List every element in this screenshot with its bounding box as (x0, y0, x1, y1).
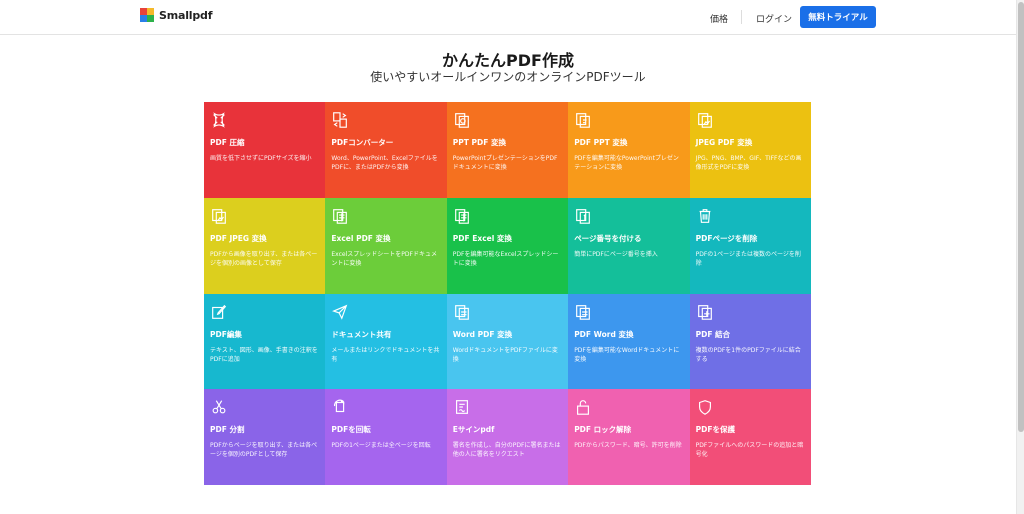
merge-icon (697, 304, 712, 320)
scissors-icon (212, 400, 226, 414)
converter-icon (333, 112, 348, 128)
tool-description: メールまたはリンクでドキュメントを共有 (331, 346, 440, 363)
tool-tile[interactable]: PDF ロック解除 PDFからパスワード、暗号、許可を削除 (568, 389, 690, 485)
edit-icon (212, 304, 227, 319)
tool-description: 画質を低下させずにPDFサイズを縮小 (210, 155, 312, 162)
logo[interactable]: Smallpdf (140, 8, 212, 22)
tool-tile[interactable]: PDF 分割 PDFからページを取り出す、または各ページを個別のPDFとして保存 (204, 389, 326, 485)
tool-description: JPG、PNG、BMP、GIF、TIFFなどの画像形式をPDFに変換 (695, 155, 802, 171)
tool-tile[interactable]: PDF 結合複数のPDFを1件のPDFファイルに結合する (689, 293, 811, 390)
rotate-icon (334, 399, 345, 413)
smallpdf-logo-icon (140, 8, 154, 22)
tool-description: PDFファイルへのパスワードの追加と暗号化 (695, 442, 804, 459)
scrollbar[interactable] (1016, 0, 1024, 514)
pdf-to-excel-icon (454, 208, 469, 224)
logo-text: Smallpdf (159, 8, 213, 22)
top-header: Smallpdf 価格 ログイン 無料トライアル (0, 0, 1016, 35)
tool-description: PDFからページを取り出す、または各ページを個別のPDFとして保存 (210, 442, 318, 459)
tool-tile[interactable]: PDF PPT 変換 PDFを編集可能なPowerPointプレゼンテーションに変… (568, 102, 690, 198)
tool-tile[interactable]: Excel PDF 変換 ExcelスプレッドシートをPDFドキュメントに変換 (325, 197, 447, 294)
tool-description: PDFから画像を取り出す、または各ページを個別の画像として保存 (210, 250, 318, 267)
tool-description: PDFからパスワード、暗号、許可を削除 (574, 442, 682, 450)
tool-title: Excel PDF 変換 (331, 233, 391, 243)
tool-description: WordドキュメントをPDFファイルに変換 (452, 346, 558, 363)
tool-description: Word、PowerPoint、Excelファイルを PDFに、またはPDFから… (331, 155, 438, 171)
pdf-to-ppt-icon (576, 113, 591, 128)
tool-description: ExcelスプレッドシートをPDFドキュメントに変換 (331, 250, 437, 267)
word-to-pdf-icon (454, 304, 469, 320)
tool-title: PDF編集 (210, 329, 242, 339)
tool-title: PDF ロック解除 (574, 425, 632, 435)
nav-pricing-link[interactable]: 価格 (710, 12, 728, 25)
tool-tile[interactable]: ドキュメント共有メールまたはリンクでドキュメントを共有 (325, 293, 447, 390)
tool-description: PDFを編集可能なPowerPointプレゼンテーションに変換 (574, 155, 679, 171)
tool-tile[interactable]: PDF 圧縮画質を低下させずにPDFサイズを縮小 (204, 102, 326, 198)
tool-title: PDF 分割 (210, 425, 245, 435)
tool-tile[interactable]: PDF Word 変換 PDFを編集可能なWordドキュメントに変換 (568, 293, 690, 390)
tool-tile[interactable]: PDFページを削除 PDFの1ページまたは複数のページを削除 (689, 197, 811, 294)
tool-title: ドキュメント共有 (331, 329, 392, 339)
tool-tile[interactable]: PDF Excel 変換 PDFを編集可能なExcelスプレッドシートに変換 (446, 197, 569, 294)
tool-title: PDF Excel 変換 (452, 233, 512, 243)
tool-title: PDFを回転 (331, 425, 371, 435)
tool-tile[interactable]: PDF JPEG 変換 PDFから画像を取り出す、または各ページを個別の画像として… (204, 197, 326, 294)
tool-title: ページ番号を付ける (574, 233, 642, 243)
unlock-icon (577, 400, 590, 416)
tool-description: 簡単にPDFにページ番号を挿入 (574, 250, 658, 258)
tool-description: PDFの1ページまたは複数のページを削除 (695, 250, 801, 267)
tool-tile[interactable]: PDFを保護 PDFファイルへのパスワードの追加と暗号化 (689, 389, 811, 485)
free-trial-button[interactable]: 無料トライアル (800, 6, 876, 28)
tool-tile[interactable]: JPEG PDF 変換 JPG、PNG、BMP、GIF、TIFFなどの画像形式をP… (689, 102, 811, 198)
tool-title: PDFを保護 (695, 425, 735, 435)
tool-title: PDFページを削除 (695, 233, 758, 243)
tool-title: PDF PPT 変換 (574, 138, 628, 147)
tools-grid: PDF 圧縮画質を低下させずにPDFサイズを縮小 PDFコンバーター Word、Po… (204, 102, 811, 485)
tool-tile[interactable]: PDF編集テキスト、図形、画像、手書きの注釈をPDFに追加 (204, 293, 326, 390)
tool-title: PDFコンバーター (331, 138, 394, 147)
tool-title: Eサインpdf (452, 425, 495, 435)
page-numbers-icon (576, 208, 591, 224)
tool-description: 署名を作成し、自分のPDFに署名または他の人に署名をリクエスト (452, 442, 561, 459)
nav-divider (741, 10, 742, 24)
jpg-to-pdf-icon (697, 113, 712, 128)
tool-description: PowerPointプレゼンテーションをPDFドキュメントに変換 (452, 155, 558, 171)
tool-tile[interactable]: Word PDF 変換 WordドキュメントをPDFファイルに変換 (446, 293, 569, 390)
tool-tile[interactable]: PDFを回転 PDFの1ページまたは全ページを回転 (325, 389, 447, 485)
tool-title: PDF 結合 (695, 329, 731, 339)
excel-to-pdf-icon (333, 208, 348, 224)
tool-description: PDFを編集可能なWordドキュメントに変換 (574, 346, 680, 363)
pdf-to-word-icon (576, 304, 591, 320)
nav-login-link[interactable]: ログイン (756, 12, 792, 25)
compress-icon (213, 112, 225, 128)
ppt-to-pdf-icon (454, 113, 469, 128)
scrollbar-thumb[interactable] (1018, 2, 1024, 432)
page-subtitle: 使いやすいオールインワンのオンラインPDFツール (370, 70, 646, 84)
tool-title: JPEG PDF 変換 (695, 138, 753, 147)
tool-tile[interactable]: Eサインpdf 署名を作成し、自分のPDFに署名または他の人に署名をリクエスト (446, 389, 569, 485)
tool-title: Word PDF 変換 (452, 329, 513, 339)
trash-icon (699, 208, 710, 223)
tool-title: PDF Word 変換 (574, 329, 634, 339)
tool-description: 複数のPDFを1件のPDFファイルに結合する (695, 346, 801, 363)
tool-description: PDFを編集可能なExcelスプレッドシートに変換 (452, 250, 559, 267)
tool-title: PDF JPEG 変換 (210, 233, 267, 243)
shield-icon (698, 400, 711, 416)
tool-description: PDFの1ページまたは全ページを回転 (331, 442, 431, 450)
share-icon (332, 304, 348, 320)
esign-icon (455, 400, 468, 415)
tool-tile[interactable]: PPT PDF 変換 PowerPointプレゼンテーションをPDFドキュメントに… (446, 102, 569, 198)
tool-title: PPT PDF 変換 (452, 138, 506, 147)
tool-tile[interactable]: ページ番号を付ける簡単にPDFにページ番号を挿入 (568, 197, 690, 294)
tool-tile[interactable]: PDFコンバーター Word、PowerPoint、Excelファイルを PDFに… (325, 102, 447, 198)
pdf-to-jpg-icon (212, 208, 226, 224)
tool-description: テキスト、図形、画像、手書きの注釈をPDFに追加 (210, 346, 318, 363)
tool-title: PDF 圧縮 (210, 138, 245, 147)
